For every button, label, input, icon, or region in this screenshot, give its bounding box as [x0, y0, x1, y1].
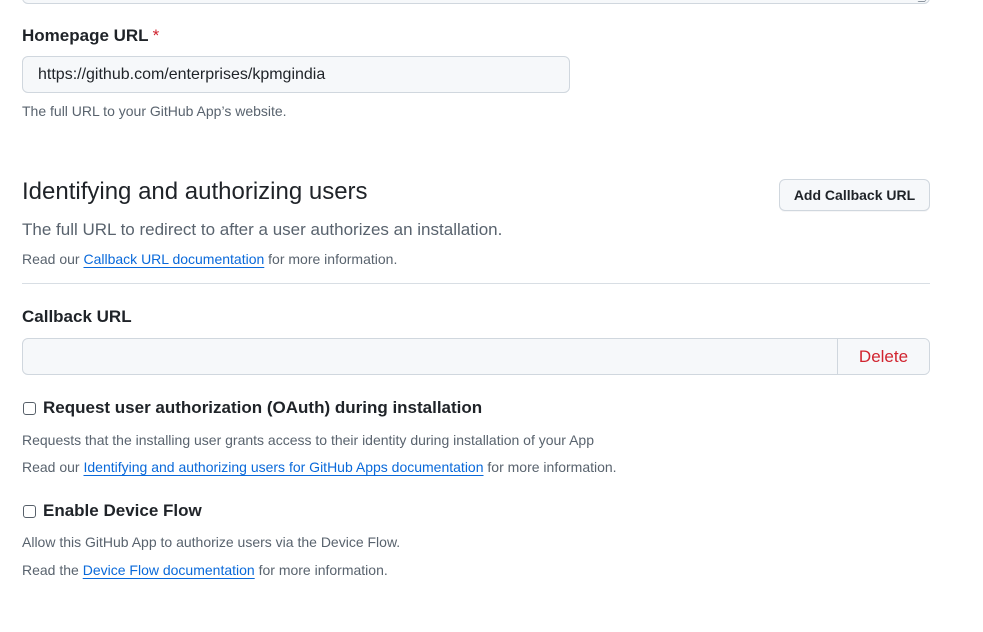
device-flow-docs-suffix: for more information. — [258, 562, 388, 578]
callback-url-docs-link[interactable]: Callback URL documentation — [83, 251, 264, 267]
section-divider — [22, 283, 930, 284]
oauth-docs-link[interactable]: Identifying and authorizing users for Gi… — [83, 459, 483, 475]
oauth-checkbox-label[interactable]: Request user authorization (OAuth) durin… — [43, 398, 482, 418]
oauth-checkbox[interactable] — [23, 401, 36, 415]
resize-grip-icon[interactable] — [917, 0, 930, 2]
callback-docs-line: Read our Callback URL documentation for … — [22, 251, 397, 267]
add-callback-url-button[interactable]: Add Callback URL — [779, 179, 930, 211]
device-flow-docs-prefix: Read the — [22, 562, 79, 578]
callback-url-label: Callback URL — [22, 307, 132, 326]
callback-url-group: Delete — [22, 338, 930, 375]
device-flow-docs-line: Read the Device Flow documentation for m… — [22, 562, 388, 578]
homepage-url-input[interactable] — [22, 56, 570, 93]
device-flow-checkbox[interactable] — [23, 504, 36, 518]
device-flow-description: Allow this GitHub App to authorize users… — [22, 534, 401, 550]
delete-callback-button[interactable]: Delete — [837, 339, 929, 374]
oauth-docs-suffix: for more information. — [487, 459, 617, 475]
device-flow-docs-link[interactable]: Device Flow documentation — [83, 562, 255, 578]
required-asterisk: * — [152, 26, 160, 45]
callback-url-input[interactable] — [23, 339, 837, 374]
oauth-docs-prefix: Read our — [22, 459, 80, 475]
device-flow-checkbox-row[interactable]: Enable Device Flow — [22, 501, 202, 521]
callback-docs-suffix: for more information. — [268, 251, 398, 267]
homepage-url-label: Homepage URL * — [22, 26, 159, 46]
section-lead-text: The full URL to redirect to after a user… — [22, 220, 503, 239]
homepage-url-label-text: Homepage URL — [22, 26, 149, 45]
device-flow-checkbox-label[interactable]: Enable Device Flow — [43, 501, 202, 521]
oauth-description: Requests that the installing user grants… — [22, 432, 594, 448]
oauth-checkbox-row[interactable]: Request user authorization (OAuth) durin… — [22, 398, 482, 418]
callback-docs-prefix: Read our — [22, 251, 80, 267]
description-textarea-remnant[interactable] — [22, 0, 930, 4]
oauth-docs-line: Read our Identifying and authorizing use… — [22, 459, 617, 475]
section-title: Identifying and authorizing users — [22, 178, 368, 205]
homepage-url-hint: The full URL to your GitHub App’s websit… — [22, 103, 287, 119]
